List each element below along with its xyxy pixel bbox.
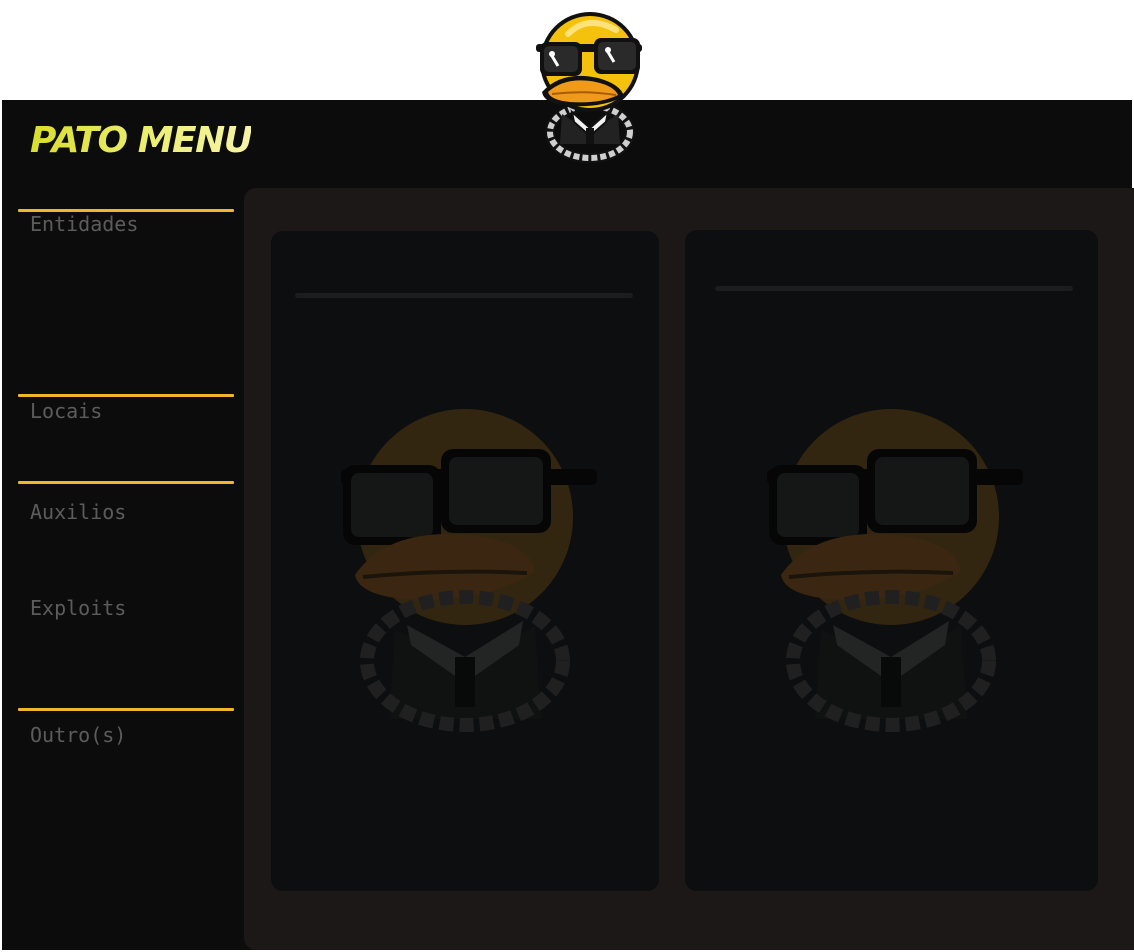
panel-header-bar — [295, 293, 633, 298]
sidebar-item-entidades[interactable]: Entidades — [30, 212, 138, 236]
sidebar-item-outros[interactable]: Outro(s) — [30, 723, 126, 747]
sidebar-divider — [18, 481, 234, 484]
app-title: PATO MENU — [30, 120, 253, 161]
panel-header-bar — [715, 286, 1073, 291]
sidebar-item-locais[interactable]: Locais — [30, 399, 102, 423]
left-panel — [271, 231, 659, 891]
sidebar-item-auxilios[interactable]: Auxilios — [30, 500, 126, 524]
sidebar-item-exploits[interactable]: Exploits — [30, 596, 126, 620]
duck-watermark-icon — [767, 409, 1023, 732]
sidebar-divider — [18, 394, 234, 397]
duck-sunglasses-logo-icon — [528, 4, 652, 164]
right-panel — [685, 230, 1098, 891]
sidebar-divider — [18, 708, 234, 711]
duck-watermark-icon — [341, 409, 597, 732]
